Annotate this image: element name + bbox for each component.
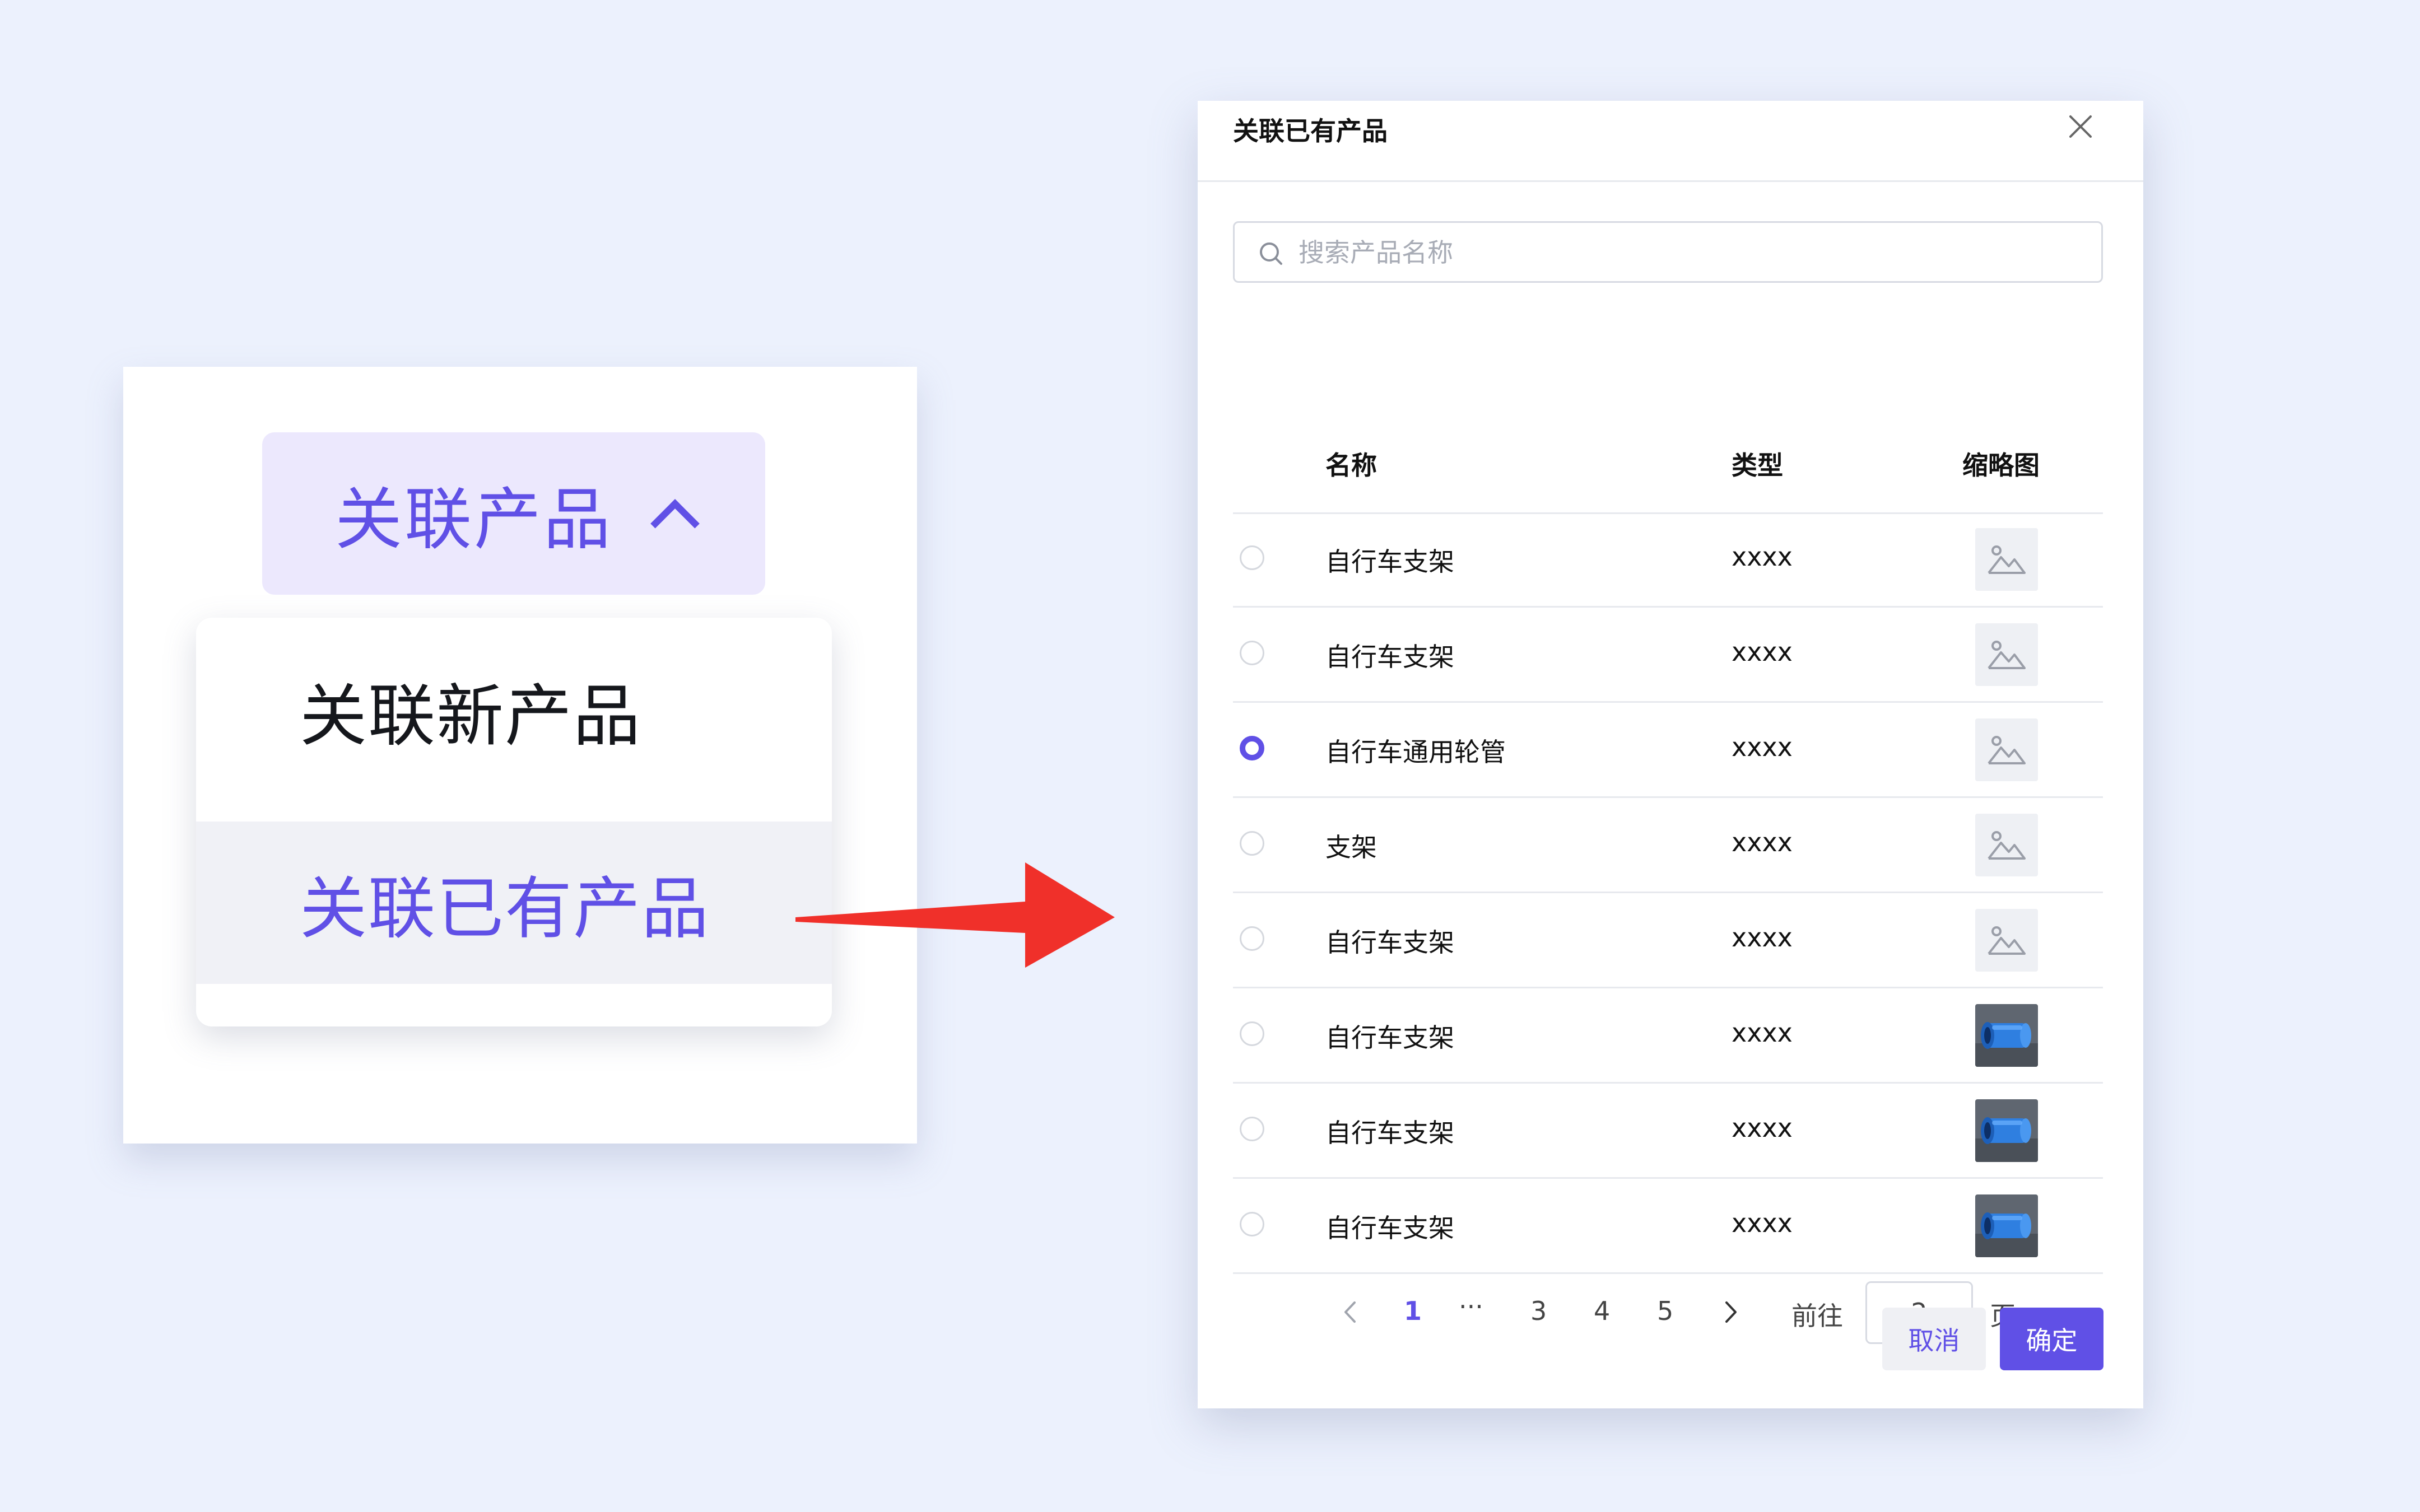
table-row[interactable]: 支架 xxxx xyxy=(1233,798,2103,893)
row-radio[interactable] xyxy=(1240,736,1264,760)
thumbnail xyxy=(1975,623,2038,686)
cell-name: 自行车支架 xyxy=(1325,547,1454,577)
image-placeholder-icon xyxy=(1988,736,2026,764)
cell-name: 自行车支架 xyxy=(1325,1213,1454,1243)
table-row[interactable]: 自行车支架 xxxx xyxy=(1233,1084,2103,1179)
cell-name: 自行车支架 xyxy=(1325,1023,1454,1053)
link-product-label: 关联产品 xyxy=(335,481,613,559)
image-placeholder-icon xyxy=(1988,545,2026,574)
page-ellipsis[interactable]: ··· xyxy=(1459,1291,1483,1322)
table-row[interactable]: 自行车支架 xxxx xyxy=(1233,512,2103,608)
cell-type: xxxx xyxy=(1732,1018,1793,1048)
cell-type: xxxx xyxy=(1732,922,1793,953)
dialog-header: 关联已有产品 xyxy=(1198,101,2143,182)
thumbnail xyxy=(1975,528,2038,591)
table-header: 名称 类型 缩略图 xyxy=(1233,428,2103,514)
link-product-dropdown: 关联新产品 关联已有产品 xyxy=(196,618,832,1026)
row-radio[interactable] xyxy=(1240,926,1264,951)
menu-item-label: 关联新产品 xyxy=(300,678,641,755)
next-page-icon[interactable] xyxy=(1720,1299,1742,1325)
cancel-button[interactable]: 取消 xyxy=(1882,1308,1986,1370)
thumbnail xyxy=(1975,1099,2038,1162)
cell-name: 自行车支架 xyxy=(1325,927,1454,958)
product-image xyxy=(1975,1099,2038,1162)
image-placeholder-icon xyxy=(1988,641,2026,669)
page-3[interactable]: 3 xyxy=(1530,1296,1547,1326)
row-radio[interactable] xyxy=(1240,1212,1264,1236)
cell-type: xxxx xyxy=(1732,1208,1793,1238)
product-image xyxy=(1975,1004,2038,1067)
cell-type: xxxx xyxy=(1732,827,1793,857)
column-header-thumbnail: 缩略图 xyxy=(1962,450,2040,480)
dialog-title: 关联已有产品 xyxy=(1233,116,1388,146)
confirm-button[interactable]: 确定 xyxy=(2000,1308,2103,1370)
page-5[interactable]: 5 xyxy=(1657,1296,1673,1326)
table-row[interactable]: 自行车支架 xxxx xyxy=(1233,988,2103,1084)
thumbnail xyxy=(1975,909,2038,972)
table-row[interactable]: 自行车通用轮管 xxxx xyxy=(1233,703,2103,798)
cell-type: xxxx xyxy=(1732,732,1793,762)
link-existing-product-dialog: 关联已有产品 名称 类型 缩略图 自行车支架xxxx自行车支架xxxx自行车通用… xyxy=(1198,101,2143,1408)
cell-type: xxxx xyxy=(1732,637,1793,667)
image-placeholder-icon xyxy=(1988,926,2026,955)
red-arrow-icon xyxy=(795,862,1115,968)
table-row[interactable]: 自行车支架 xxxx xyxy=(1233,608,2103,703)
chevron-up-icon xyxy=(650,499,700,548)
cell-name: 支架 xyxy=(1325,832,1377,862)
row-radio[interactable] xyxy=(1240,831,1264,856)
page-1[interactable]: 1 xyxy=(1404,1296,1422,1326)
column-header-type: 类型 xyxy=(1732,450,1783,480)
row-radio[interactable] xyxy=(1240,1021,1264,1046)
table-row[interactable]: 自行车支架 xxxx xyxy=(1233,1179,2103,1274)
menu-item-link-new-product[interactable]: 关联新产品 xyxy=(196,618,832,780)
row-radio[interactable] xyxy=(1240,1117,1264,1141)
cell-type: xxxx xyxy=(1732,1113,1793,1143)
row-radio[interactable] xyxy=(1240,641,1264,665)
prev-page-icon[interactable] xyxy=(1339,1299,1361,1325)
product-table-body: 自行车支架 xxxx 自行车支架 xxxx 自行车通用轮管 xxxx 支架 xxxx 自行车支架… xyxy=(1233,512,2103,1274)
cell-name: 自行车通用轮管 xyxy=(1325,737,1506,767)
table-row[interactable]: 自行车支架 xxxx xyxy=(1233,893,2103,988)
search-box xyxy=(1233,221,2103,283)
search-icon xyxy=(1260,242,1282,265)
thumbnail xyxy=(1975,1194,2038,1257)
close-icon[interactable] xyxy=(2064,110,2097,143)
cell-type: xxxx xyxy=(1732,542,1793,572)
search-input[interactable] xyxy=(1297,231,2073,274)
cell-name: 自行车支架 xyxy=(1325,1118,1454,1148)
row-radio[interactable] xyxy=(1240,545,1264,570)
thumbnail xyxy=(1975,814,2038,876)
cell-name: 自行车支架 xyxy=(1325,642,1454,672)
product-image xyxy=(1975,1194,2038,1257)
link-product-button[interactable]: 关联产品 xyxy=(262,432,765,595)
column-header-name: 名称 xyxy=(1325,450,1377,480)
thumbnail xyxy=(1975,1004,2038,1067)
page-4[interactable]: 4 xyxy=(1594,1296,1610,1326)
thumbnail xyxy=(1975,718,2038,781)
menu-item-label: 关联已有产品 xyxy=(300,870,710,948)
menu-item-link-existing-product[interactable]: 关联已有产品 xyxy=(196,822,832,984)
goto-label: 前往 xyxy=(1791,1301,1843,1331)
image-placeholder-icon xyxy=(1988,831,2026,860)
